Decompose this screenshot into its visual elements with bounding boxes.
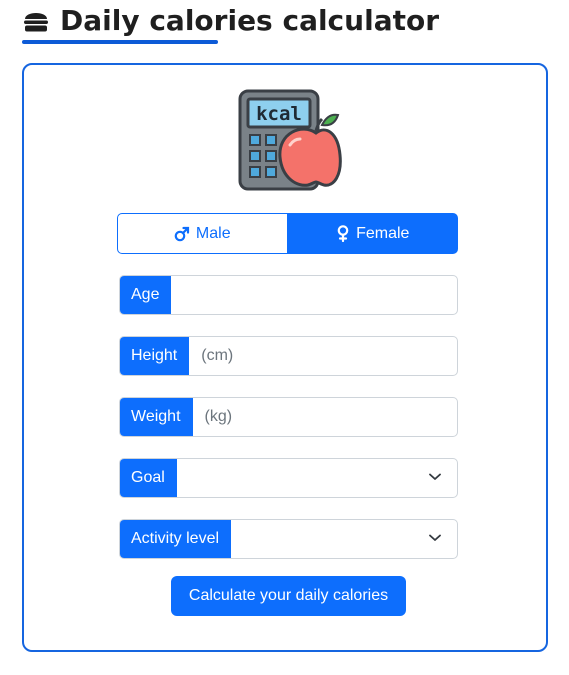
chevron-down-icon [429, 534, 441, 541]
activity-group: Activity level [119, 519, 458, 559]
calculator-apple-icon: kcal [238, 89, 342, 191]
gender-female-button[interactable]: Female [287, 213, 458, 254]
gender-male-label: Male [195, 224, 231, 242]
calculate-button[interactable]: Calculate your daily calories [171, 576, 406, 616]
title-underline [22, 40, 218, 44]
age-group: Age [119, 275, 458, 315]
kcal-text: kcal [256, 103, 302, 125]
activity-label: Activity level [120, 520, 232, 558]
page-title-text: Daily calories calculator [60, 4, 440, 37]
gender-female-label: Female [356, 224, 410, 242]
weight-input[interactable] [192, 398, 457, 436]
female-icon [337, 225, 349, 242]
age-label: Age [120, 276, 172, 314]
burger-icon [24, 13, 48, 32]
chevron-down-icon [429, 473, 441, 480]
gender-toggle: Male Female [117, 213, 458, 254]
goal-label: Goal [120, 459, 177, 497]
height-label: Height [120, 337, 190, 375]
height-group: Height [119, 336, 458, 376]
age-input[interactable] [171, 276, 457, 314]
male-icon [174, 226, 190, 241]
page-header: Daily calories calculator [22, 2, 439, 44]
goal-select[interactable] [177, 459, 457, 497]
goal-group: Goal [119, 458, 458, 498]
calculator-card: kcal Male Female Age Height (cm) Weight … [22, 63, 548, 652]
weight-label: Weight [120, 398, 193, 436]
gender-male-button[interactable]: Male [117, 213, 288, 254]
height-input[interactable] [189, 337, 457, 375]
weight-group: Weight [119, 397, 458, 437]
page-title: Daily calories calculator [22, 2, 439, 40]
activity-select[interactable] [231, 520, 457, 558]
